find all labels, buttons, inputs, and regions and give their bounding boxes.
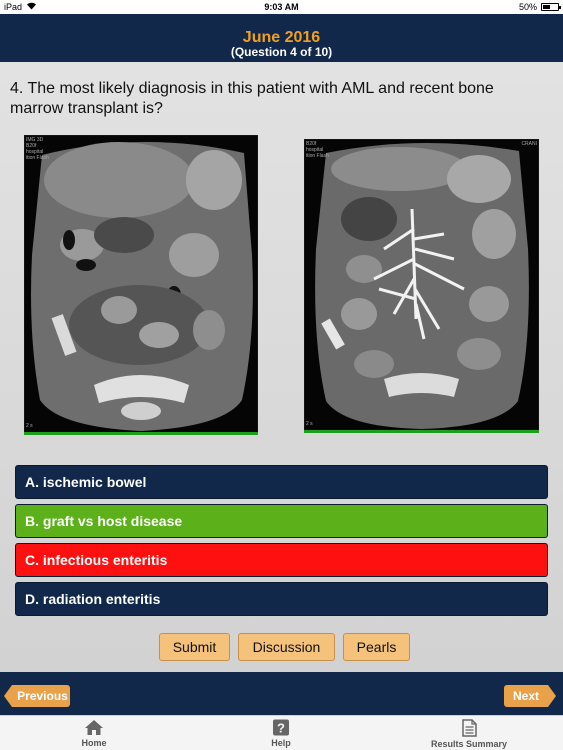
tab-home[interactable]: Home [29,719,159,748]
previous-button[interactable]: Previous [4,685,70,707]
tab-home-label: Home [81,738,107,748]
battery-icon [541,3,561,11]
submit-button[interactable]: Submit [159,633,230,661]
status-bar: iPad 9:03 AM 50% [0,0,563,14]
next-button[interactable]: Next [504,685,556,707]
home-icon [85,720,103,735]
clock: 9:03 AM [264,2,299,12]
question-content: 4. The most likely diagnosis in this pat… [0,62,563,672]
scan-2-annotation: B20f hospital ition Flash [306,141,329,159]
answer-option-b[interactable]: B. graft vs host disease [15,504,548,538]
tab-bar: Home ? Help Results Summary [0,715,563,750]
tab-results-label: Results Summary [430,739,508,749]
answer-option-a[interactable]: A. ischemic bowel [15,465,548,499]
scan-1-annotation: IMG 3D B20f hospital ition Flash [26,137,49,161]
discussion-button[interactable]: Discussion [238,633,335,661]
header: June 2016 (Question 4 of 10) [0,14,563,62]
answer-option-d[interactable]: D. radiation enteritis [15,582,548,616]
scan-1-underline [24,432,258,435]
tab-results-summary[interactable]: Results Summary [404,719,534,749]
ct-image-1[interactable]: IMG 3D B20f hospital ition Flash 2 s [24,135,258,435]
question-nav-bar: Previous Next [0,672,563,715]
tab-help[interactable]: ? Help [216,719,346,748]
question-text: 4. The most likely diagnosis in this pat… [10,80,494,117]
ct-scan-coronal-1 [24,135,258,435]
question-counter: (Question 4 of 10) [230,45,333,59]
ct-scan-coronal-2 [304,139,539,433]
answer-option-c[interactable]: C. infectious enteritis [15,543,548,577]
pearls-button[interactable]: Pearls [343,633,410,661]
quiz-title: June 2016 [242,29,321,46]
help-icon: ? [273,719,289,736]
battery-percent: 50% [518,2,537,12]
scan-2-orientation: CRANI [521,141,537,147]
results-icon [462,719,477,737]
svg-text:?: ? [277,721,285,736]
scan-2-scale: 2 s [306,421,313,427]
ct-image-2[interactable]: B20f hospital ition Flash CRANI 2 s [304,139,539,433]
tab-help-label: Help [271,738,291,748]
scan-1-scale: 2 s [26,423,33,429]
scan-2-underline [304,430,539,433]
